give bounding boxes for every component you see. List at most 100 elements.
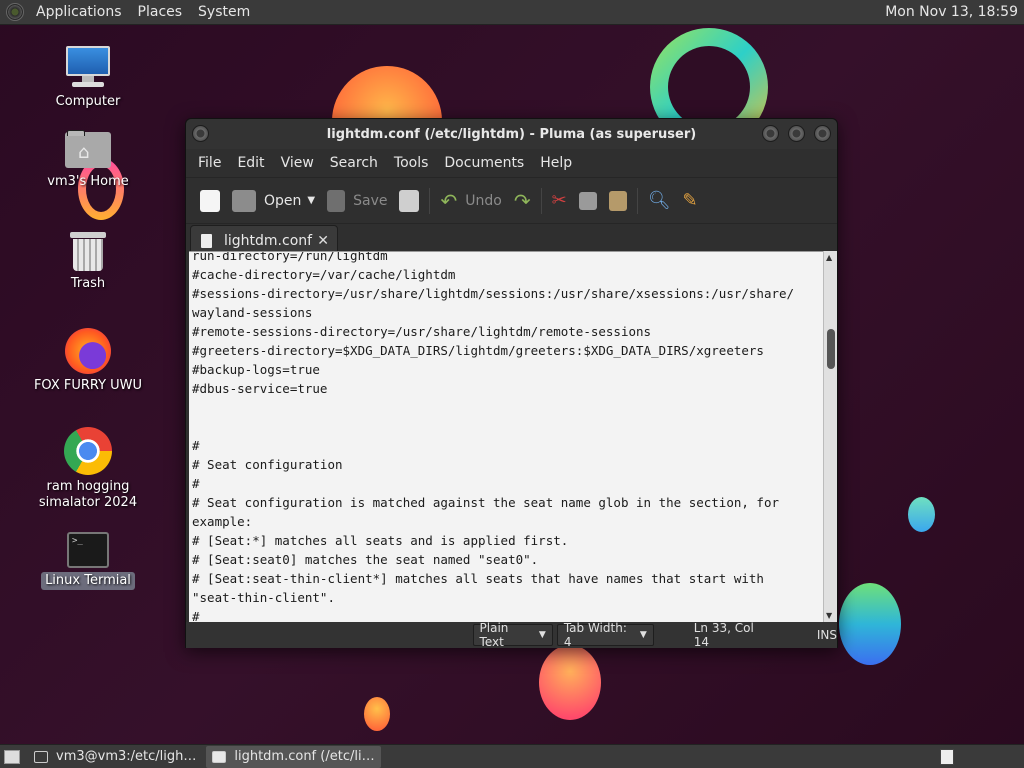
desktop-icon-label: Trash [70,276,106,291]
desktop-icon-label: Computer [55,94,121,109]
desktop-icon-label: vm3's Home [47,174,129,189]
toolbar-separator [429,187,431,214]
menu-edit[interactable]: Edit [229,155,272,171]
desktop-icon-computer[interactable]: Computer [33,46,143,110]
chevron-down-icon[interactable]: ▼ [307,195,315,206]
window-title: lightdm.conf (/etc/lightdm) - Pluma (as … [326,126,697,142]
cut-icon: ✂ [551,190,567,211]
print-button[interactable] [393,183,425,219]
open-button[interactable]: Open ▼ [226,183,321,219]
copy-button[interactable] [573,183,603,219]
menu-search[interactable]: Search [322,155,386,171]
show-desktop-icon[interactable] [4,749,20,764]
vertical-scrollbar[interactable]: ▲ ▼ [823,251,837,622]
scroll-up-icon[interactable]: ▲ [826,253,832,262]
copy-icon [578,191,597,210]
search-icon: 🔍︎ [647,190,671,211]
statusbar: Plain Text ▼ Tab Width: 4 ▼ Ln 33, Col 1… [186,621,837,649]
menu-places[interactable]: Places [130,0,191,25]
menu-help[interactable]: Help [532,155,580,171]
desktop-icon-home[interactable]: ⌂ vm3's Home [33,130,143,190]
clock[interactable]: Mon Nov 13, 18:59 [885,4,1024,20]
maximize-button[interactable] [788,125,805,142]
desktop-icon-label: FOX FURRY UWU [33,378,143,393]
paste-button[interactable] [603,183,633,219]
trash-icon [70,230,106,272]
text-editor[interactable]: run-directory=/run/lightdm #cache-direct… [189,251,823,622]
panel-menu: Applications Places System [0,0,258,24]
pluma-icon [212,750,227,763]
workspace-switcher[interactable] [940,748,954,765]
menu-applications[interactable]: Applications [28,0,130,25]
menubar: File Edit View Search Tools Documents He… [186,149,837,177]
home-folder-icon: ⌂ [65,130,111,170]
undo-label: Undo [465,192,502,209]
tab-width-label: Tab Width: 4 [563,621,627,649]
toolbar: Open ▼ Save ↶ Undo ↷ ✂ 🔍︎ ✎ [186,177,837,223]
taskbar-item-terminal[interactable]: vm3@vm3:/etc/ligh… [28,746,202,768]
computer-icon [64,46,112,90]
taskbar-item-pluma[interactable]: lightdm.conf (/etc/li… [206,745,381,768]
scroll-down-icon[interactable]: ▼ [826,611,832,620]
menu-documents[interactable]: Documents [436,155,532,171]
toolbar-separator [636,187,638,214]
window-titlebar[interactable]: lightdm.conf (/etc/lightdm) - Pluma (as … [186,119,837,149]
desktop-icon-terminal[interactable]: >_ Linux Termial [33,532,143,590]
desktop-icon-label-wrap: Linux Termial [33,572,143,590]
tab-close-icon[interactable]: ✕ [317,233,329,249]
chevron-down-icon: ▼ [639,630,647,640]
taskbar-item-label: lightdm.conf (/etc/li… [234,749,375,764]
redo-button[interactable]: ↷ [508,183,537,219]
close-button[interactable] [814,125,831,142]
language-label: Plain Text [479,621,509,649]
pluma-window: lightdm.conf (/etc/lightdm) - Pluma (as … [185,118,838,649]
window-menu-button[interactable] [192,125,209,142]
insert-mode: INS [816,628,837,642]
desktop-icon-label: ram hogging simalator 2024 [38,479,138,510]
open-folder-icon [232,189,256,212]
print-icon [399,189,420,212]
desktop-icon-trash[interactable]: Trash [33,230,143,292]
wallpaper-blob [364,697,390,731]
desktop-icon-firefox[interactable]: FOX FURRY UWU [33,328,143,394]
redo-icon: ↷ [513,188,531,213]
replace-button[interactable]: ✎ [677,183,704,219]
desktop-icon-label: Linux Termial [41,572,135,590]
top-panel: Applications Places System Mon Nov 13, 1… [0,0,1024,25]
firefox-icon [65,328,111,374]
desktop-icon-chrome[interactable]: ram hogging simalator 2024 [33,427,143,511]
find-button[interactable]: 🔍︎ [642,183,677,219]
terminal-icon [34,750,48,763]
menu-file[interactable]: File [190,155,229,171]
wallpaper-blob [539,645,601,720]
undo-button[interactable]: ↶ Undo [434,183,507,219]
save-label: Save [353,192,388,209]
menu-view[interactable]: View [273,155,322,171]
terminal-icon: >_ [67,532,109,568]
save-button[interactable]: Save [321,183,393,219]
replace-icon: ✎ [682,190,698,211]
language-selector[interactable]: Plain Text ▼ [472,621,553,649]
document-icon [201,233,212,248]
taskbar-item-label: vm3@vm3:/etc/ligh… [56,749,197,764]
save-icon [327,189,346,212]
tab-width-selector[interactable]: Tab Width: 4 ▼ [556,621,654,649]
scrollbar-thumb[interactable] [827,329,835,369]
minimize-button[interactable] [762,125,779,142]
toolbar-separator [540,187,542,214]
new-document-icon [200,189,220,212]
editor-content[interactable]: run-directory=/run/lightdm #cache-direct… [189,252,823,622]
new-button[interactable] [194,183,226,219]
open-label: Open [264,192,302,209]
tab-label: lightdm.conf [224,232,313,249]
cut-button[interactable]: ✂ [546,183,573,219]
wallpaper-blob [839,583,901,665]
mate-logo-icon[interactable] [6,3,24,21]
paste-icon [608,190,627,211]
wallpaper-blob [908,497,935,532]
undo-icon: ↶ [440,188,458,213]
menu-tools[interactable]: Tools [386,155,437,171]
chrome-icon [64,427,112,475]
cursor-position: Ln 33, Col 14 [693,621,754,649]
menu-system[interactable]: System [190,0,258,25]
